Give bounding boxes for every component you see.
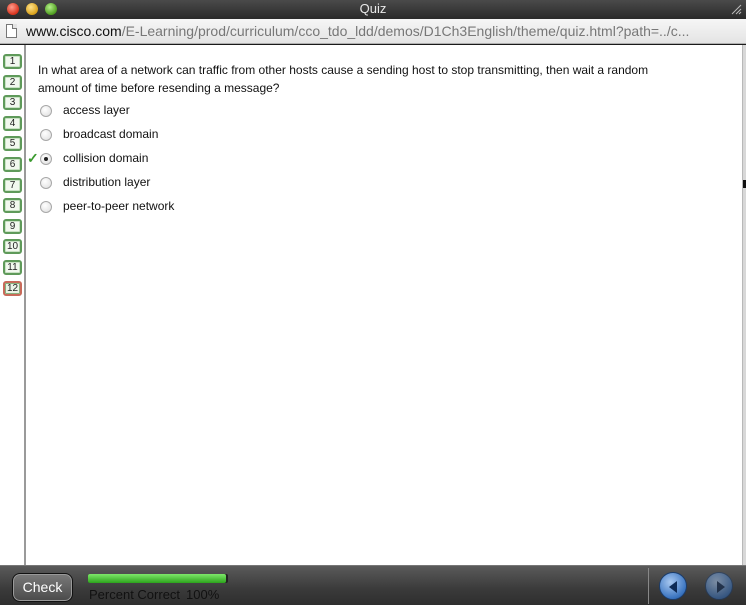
answer-label: peer-to-peer network <box>63 199 175 213</box>
answer-option[interactable]: peer-to-peer network <box>40 199 340 215</box>
radio-button[interactable] <box>40 201 52 213</box>
quiz-content: 1 2 3 4 5 6 7 8 9 10 11 12 In what area of a networ… <box>0 45 746 565</box>
check-button[interactable]: Check <box>12 573 73 602</box>
url-text[interactable]: www.cisco.com/E-Learning/prod/curriculum… <box>26 23 741 39</box>
answer-option[interactable]: ✓ collision domain <box>27 150 340 167</box>
nav-divider <box>648 568 649 604</box>
question-text: In what area of a network can traffic fr… <box>38 63 649 95</box>
radio-button[interactable] <box>40 177 52 189</box>
correct-check-icon: ✓ <box>27 150 39 166</box>
answer-option[interactable]: distribution layer <box>40 175 340 191</box>
percent-correct-value: 100% <box>186 587 220 602</box>
question-11-button[interactable]: 11 <box>3 260 22 275</box>
question-panel: In what area of a network can traffic fr… <box>27 45 742 562</box>
question-5-button[interactable]: 5 <box>3 136 22 152</box>
question-2-button[interactable]: 2 <box>3 74 22 90</box>
answer-label: collision domain <box>63 151 149 165</box>
url-path: /E-Learning/prod/curriculum/cco_tdo_ldd/… <box>121 23 690 39</box>
close-window-icon[interactable] <box>7 3 19 15</box>
answer-label: distribution layer <box>63 175 151 189</box>
percent-correct: Percent Correct 100% <box>89 587 219 602</box>
question-3-button[interactable]: 3 <box>3 95 22 111</box>
question-1-button[interactable]: 1 <box>3 54 22 69</box>
page-icon <box>6 24 17 38</box>
answer-option[interactable]: access layer <box>40 103 340 119</box>
answer-label: access layer <box>63 103 130 117</box>
window-title-bar[interactable]: Quiz <box>0 0 746 19</box>
quiz-footer: Check Percent Correct 100% <box>0 565 746 605</box>
radio-button[interactable] <box>40 129 52 141</box>
question-9-button[interactable]: 9 <box>3 218 22 234</box>
resize-grip-icon[interactable] <box>730 3 742 15</box>
forward-arrow-icon[interactable] <box>705 572 733 600</box>
progress-fill <box>88 574 226 583</box>
answer-label: broadcast domain <box>63 127 159 141</box>
window-title: Quiz <box>359 1 387 16</box>
zoom-window-icon[interactable] <box>45 3 57 15</box>
answer-option[interactable]: broadcast domain <box>40 127 340 143</box>
url-host: www.cisco.com <box>26 23 122 39</box>
back-arrow-icon[interactable] <box>659 572 687 600</box>
question-6-button[interactable]: 6 <box>3 157 22 172</box>
question-nav: 1 2 3 4 5 6 7 8 9 10 11 12 <box>0 45 26 565</box>
question-7-button[interactable]: 7 <box>3 177 22 193</box>
progress-bar <box>88 574 228 583</box>
minimize-window-icon[interactable] <box>26 3 38 15</box>
question-12-button[interactable]: 12 <box>3 280 22 296</box>
question-10-button[interactable]: 10 <box>3 239 22 255</box>
right-edge <box>742 45 746 565</box>
radio-button[interactable] <box>40 153 52 165</box>
question-4-button[interactable]: 4 <box>3 115 22 131</box>
question-8-button[interactable]: 8 <box>3 198 22 214</box>
percent-correct-label: Percent Correct <box>89 587 181 602</box>
radio-button[interactable] <box>40 105 52 117</box>
address-bar[interactable]: www.cisco.com/E-Learning/prod/curriculum… <box>0 19 746 44</box>
